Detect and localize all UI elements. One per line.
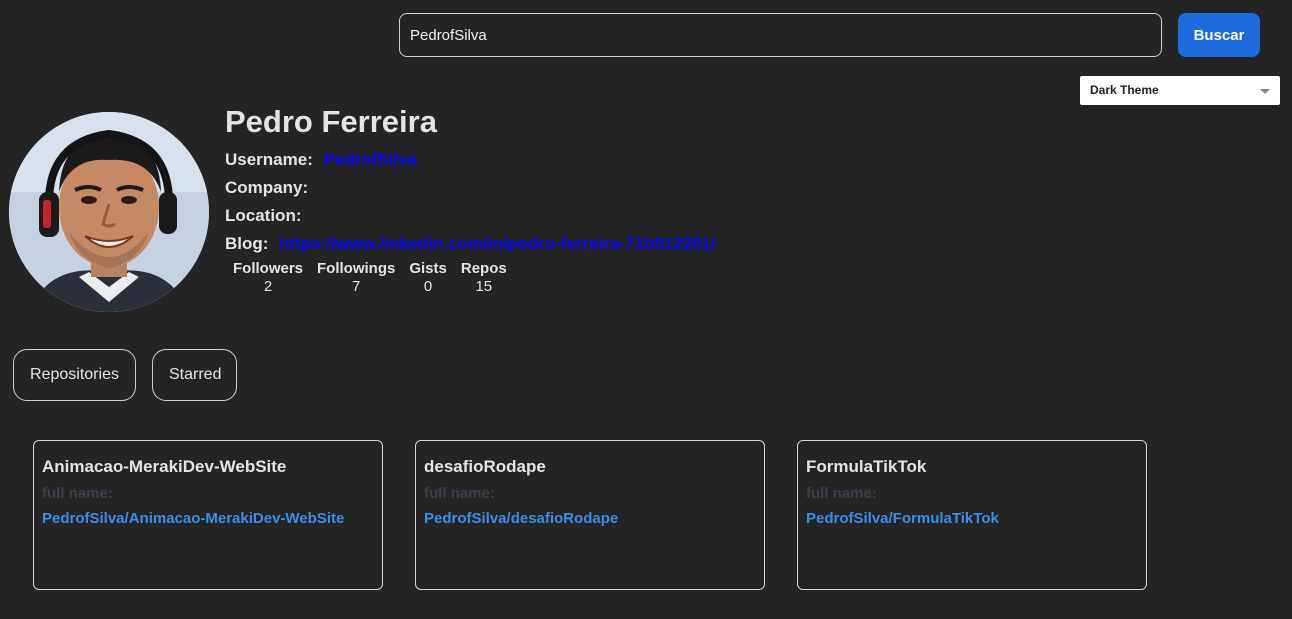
blog-row: Blog: https://www.linkedin.com/in/pedro-… [225,234,716,254]
profile-stats: Followers 2 Followings 7 Gists 0 Repos 1… [226,260,514,295]
stat-label: Followings [317,260,396,277]
stat-value: 2 [263,278,273,295]
repo-fullname-label: full name: [424,485,495,502]
repo-name: desafioRodape [424,457,546,476]
theme-select-value: Dark Theme [1090,83,1159,97]
avatar-image [9,112,209,312]
stat-label: Followers [233,260,304,277]
repo-name: Animacao-MerakiDev-WebSite [42,457,287,476]
repo-link[interactable]: PedrofSilva/desafioRodape [424,510,756,527]
stat-followings: Followings 7 [310,260,402,295]
repo-link[interactable]: PedrofSilva/FormulaTikTok [806,510,1138,527]
search-button[interactable]: Buscar [1178,13,1260,57]
repo-link[interactable]: PedrofSilva/Animacao-MerakiDev-WebSite [42,510,374,527]
stat-value: 0 [423,278,433,295]
stat-value: 7 [352,278,361,295]
username-row: Username: PedrofSilva [225,150,417,170]
stat-repos: Repos 15 [454,260,514,295]
repo-card: Animacao-MerakiDev-WebSite full name: Pe… [33,440,383,590]
stat-label: Repos [460,260,507,277]
chevron-down-icon [1260,89,1270,94]
repo-fullname-label: full name: [42,485,113,502]
company-row: Company: [225,178,308,198]
location-row: Location: [225,206,302,226]
blog-link[interactable]: https://www.linkedin.com/in/pedro-ferrei… [279,234,716,253]
search-input[interactable] [399,13,1162,57]
username-label: Username: [225,150,313,169]
tab-repositories[interactable]: Repositories [13,349,136,401]
username-link[interactable]: PedrofSilva [324,150,418,169]
profile-name: Pedro Ferreira [225,104,437,139]
stat-value: 15 [475,278,493,295]
repo-card: desafioRodape full name: PedrofSilva/des… [415,440,765,590]
avatar [9,112,209,312]
repo-fullname-label: full name: [806,485,877,502]
stat-followers: Followers 2 [226,260,310,295]
tab-starred[interactable]: Starred [152,349,237,401]
company-label: Company: [225,178,309,197]
repo-card: FormulaTikTok full name: PedrofSilva/For… [797,440,1147,590]
stat-gists: Gists 0 [402,260,454,295]
stat-label: Gists [409,260,447,277]
location-label: Location: [225,206,302,225]
theme-select[interactable]: Dark Theme [1080,76,1280,105]
blog-label: Blog: [225,234,269,253]
repo-name: FormulaTikTok [806,457,927,476]
